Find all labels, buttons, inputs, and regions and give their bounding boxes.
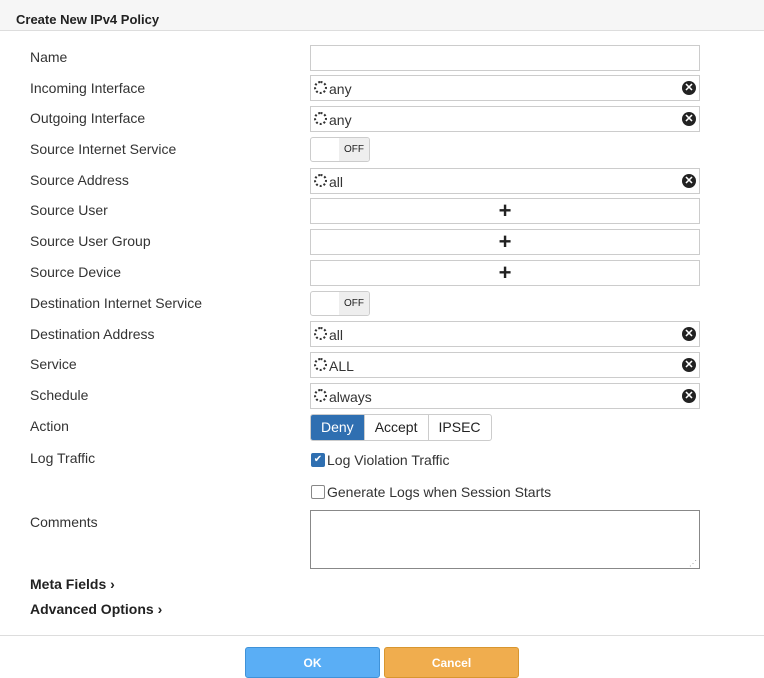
- source-address-value: all: [329, 174, 344, 190]
- toggle-state: OFF: [339, 292, 369, 315]
- remove-icon[interactable]: ✕: [682, 327, 696, 341]
- incoming-value: any: [329, 81, 352, 97]
- outgoing-interface-field[interactable]: any ✕: [310, 106, 700, 132]
- toggle-state: OFF: [339, 138, 369, 161]
- action-deny-button[interactable]: Deny: [311, 415, 365, 440]
- comments-textarea[interactable]: ⋰: [310, 510, 700, 569]
- action-button-group: Deny Accept IPSEC: [310, 414, 492, 441]
- interface-icon: [314, 112, 327, 125]
- schedule-icon: [314, 389, 327, 402]
- interface-icon: [314, 81, 327, 94]
- meta-fields-label: Meta Fields: [30, 576, 107, 592]
- outgoing-value: any: [329, 112, 352, 128]
- ok-button[interactable]: OK: [245, 647, 380, 678]
- footer-divider: [0, 635, 764, 636]
- source-user-group-label: Source User Group: [30, 233, 151, 249]
- chevron-right-icon: ›: [157, 601, 163, 617]
- log-traffic-label: Log Traffic: [30, 450, 96, 466]
- remove-icon[interactable]: ✕: [682, 389, 696, 403]
- destination-address-label: Destination Address: [30, 326, 155, 342]
- plus-icon: +: [498, 260, 512, 285]
- advanced-options-toggle[interactable]: Advanced Options ›: [30, 601, 162, 617]
- action-accept-button[interactable]: Accept: [365, 415, 429, 440]
- service-value: ALL: [329, 358, 354, 374]
- source-user-group-field[interactable]: +: [310, 229, 700, 255]
- source-device-field[interactable]: +: [310, 260, 700, 286]
- action-label: Action: [30, 418, 69, 434]
- checkbox-unchecked-icon[interactable]: [311, 485, 325, 499]
- outgoing-interface-label: Outgoing Interface: [30, 110, 146, 126]
- log-violation-checkbox[interactable]: ✔ Log Violation Traffic: [311, 452, 449, 468]
- name-input[interactable]: [310, 45, 700, 71]
- chevron-right-icon: ›: [110, 576, 115, 592]
- name-label: Name: [30, 49, 68, 65]
- remove-icon[interactable]: ✕: [682, 112, 696, 126]
- remove-icon[interactable]: ✕: [682, 174, 696, 188]
- source-address-field[interactable]: all ✕: [310, 168, 700, 194]
- cancel-button[interactable]: Cancel: [384, 647, 519, 678]
- service-label: Service: [30, 356, 77, 372]
- meta-fields-toggle[interactable]: Meta Fields ›: [30, 576, 115, 592]
- plus-icon: +: [498, 229, 512, 254]
- dialog-title: Create New IPv4 Policy: [16, 12, 160, 27]
- schedule-label: Schedule: [30, 387, 89, 403]
- log-session-label: Generate Logs when Session Starts: [327, 484, 552, 500]
- resize-handle-icon[interactable]: ⋰: [689, 559, 697, 568]
- schedule-value: always: [329, 389, 372, 405]
- log-violation-label: Log Violation Traffic: [327, 452, 450, 468]
- address-icon: [314, 174, 327, 187]
- source-internet-service-toggle[interactable]: OFF: [310, 137, 370, 162]
- incoming-interface-label: Incoming Interface: [30, 80, 146, 96]
- checkbox-checked-icon[interactable]: ✔: [311, 453, 325, 467]
- schedule-field[interactable]: always ✕: [310, 383, 700, 409]
- destination-internet-service-label: Destination Internet Service: [30, 295, 202, 311]
- destination-address-field[interactable]: all ✕: [310, 321, 700, 347]
- address-icon: [314, 327, 327, 340]
- source-internet-service-label: Source Internet Service: [30, 141, 177, 157]
- destination-address-value: all: [329, 327, 344, 343]
- plus-icon: +: [498, 198, 512, 223]
- destination-internet-service-toggle[interactable]: OFF: [310, 291, 370, 316]
- service-icon: [314, 358, 327, 371]
- incoming-interface-field[interactable]: any ✕: [310, 75, 700, 101]
- advanced-options-label: Advanced Options: [30, 601, 154, 617]
- service-field[interactable]: ALL ✕: [310, 352, 700, 378]
- remove-icon[interactable]: ✕: [682, 358, 696, 372]
- source-address-label: Source Address: [30, 172, 129, 188]
- remove-icon[interactable]: ✕: [682, 81, 696, 95]
- source-user-field[interactable]: +: [310, 198, 700, 224]
- source-user-label: Source User: [30, 202, 108, 218]
- action-ipsec-button[interactable]: IPSEC: [429, 415, 491, 440]
- comments-label: Comments: [30, 514, 98, 530]
- source-device-label: Source Device: [30, 264, 122, 280]
- dialog-header: Create New IPv4 Policy: [0, 0, 764, 31]
- log-session-start-checkbox[interactable]: Generate Logs when Session Starts: [311, 484, 551, 500]
